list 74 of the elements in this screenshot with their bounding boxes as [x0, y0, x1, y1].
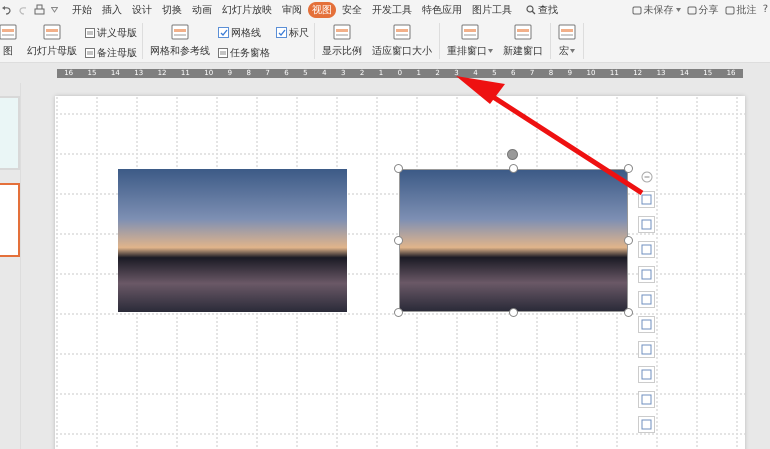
- tool-icon[interactable]: [638, 316, 655, 333]
- resize-handle[interactable]: [509, 164, 518, 173]
- tool-icon[interactable]: [638, 191, 655, 208]
- resize-handle[interactable]: [394, 164, 403, 173]
- ribbon-small-button[interactable]: 任务窗格: [218, 46, 270, 60]
- tool-icon[interactable]: [638, 241, 655, 258]
- menu-tab[interactable]: 开始: [68, 2, 96, 18]
- tool-icon[interactable]: [638, 266, 655, 283]
- ribbon-button[interactable]: 宏: [556, 24, 578, 58]
- ribbon-button[interactable]: 新建窗口: [501, 24, 545, 58]
- tool-icon[interactable]: [638, 216, 655, 233]
- resize-handle[interactable]: [394, 236, 403, 245]
- ribbon-small-button[interactable]: 讲义母版: [85, 26, 137, 40]
- caret-icon: [570, 48, 575, 52]
- checkbox[interactable]: [276, 27, 287, 38]
- collapse-icon[interactable]: [640, 171, 652, 183]
- tool-icon[interactable]: [638, 291, 655, 308]
- resize-handle[interactable]: [509, 308, 518, 317]
- print-icon[interactable]: [34, 4, 45, 15]
- window-icon: [461, 24, 479, 40]
- menu-tab[interactable]: 图片工具: [468, 2, 516, 18]
- ribbon-button[interactable]: 适应窗口大小: [370, 24, 434, 58]
- menu-tab[interactable]: 动画: [188, 2, 216, 18]
- menu-tab[interactable]: 插入: [98, 2, 126, 18]
- slide-thumbnail[interactable]: [0, 183, 20, 257]
- window-icon: [43, 24, 61, 40]
- resize-handle[interactable]: [624, 236, 633, 245]
- photo-placeholder[interactable]: [118, 169, 347, 312]
- action-icon: [724, 4, 735, 14]
- tool-icon[interactable]: [638, 416, 655, 433]
- ribbon-button[interactable]: 图: [0, 24, 19, 58]
- panel-icon: [85, 48, 95, 58]
- ribbon-button[interactable]: 重排窗口: [445, 24, 495, 58]
- ribbon-button[interactable]: 网格和参考线: [148, 24, 212, 58]
- dropdown-icon[interactable]: [51, 6, 58, 12]
- resize-handle[interactable]: [624, 308, 633, 317]
- menu-tab[interactable]: 开发工具: [368, 2, 416, 18]
- resize-handle[interactable]: [394, 308, 403, 317]
- tool-icon[interactable]: [638, 341, 655, 358]
- menu-tab[interactable]: 安全: [338, 2, 366, 18]
- tool-icon[interactable]: [638, 391, 655, 408]
- menu-tab[interactable]: 切换: [158, 2, 186, 18]
- ruler-checkbox[interactable]: 标尺: [276, 26, 309, 40]
- ribbon-button[interactable]: 显示比例: [320, 24, 364, 58]
- search-button[interactable]: 查找: [526, 2, 558, 16]
- menu-tab[interactable]: 审阅: [278, 2, 306, 18]
- toolbar-action[interactable]: 未保存: [632, 2, 681, 16]
- panel-icon: [218, 48, 228, 58]
- menu-tab[interactable]: 设计: [128, 2, 156, 18]
- checkbox[interactable]: [218, 27, 229, 38]
- menu-tab[interactable]: 幻灯片放映: [218, 2, 276, 18]
- undo-icon[interactable]: [2, 4, 12, 14]
- action-icon: [686, 4, 697, 14]
- action-icon: [632, 4, 642, 14]
- photo-placeholder[interactable]: [399, 169, 628, 312]
- window-icon: [558, 24, 576, 40]
- ribbon-button[interactable]: 幻灯片母版: [25, 24, 79, 58]
- window-icon: [514, 24, 532, 40]
- window-icon: [333, 24, 351, 40]
- rotate-handle[interactable]: [507, 149, 518, 160]
- toolbar-action[interactable]: 批注: [724, 2, 757, 16]
- ruler-checkbox[interactable]: 网格线: [218, 26, 270, 40]
- ribbon-small-button[interactable]: 备注母版: [85, 46, 137, 60]
- help-button[interactable]: ?: [762, 4, 768, 15]
- resize-handle[interactable]: [624, 164, 633, 173]
- window-icon: [393, 24, 411, 40]
- panel-icon: [85, 28, 95, 38]
- tool-icon[interactable]: [638, 366, 655, 383]
- menu-tab[interactable]: 特色应用: [418, 2, 466, 18]
- window-icon: [171, 24, 189, 40]
- caret-icon: [676, 8, 681, 12]
- caret-icon: [488, 48, 493, 52]
- toolbar-action[interactable]: 分享: [686, 2, 719, 16]
- search-icon: [526, 4, 536, 14]
